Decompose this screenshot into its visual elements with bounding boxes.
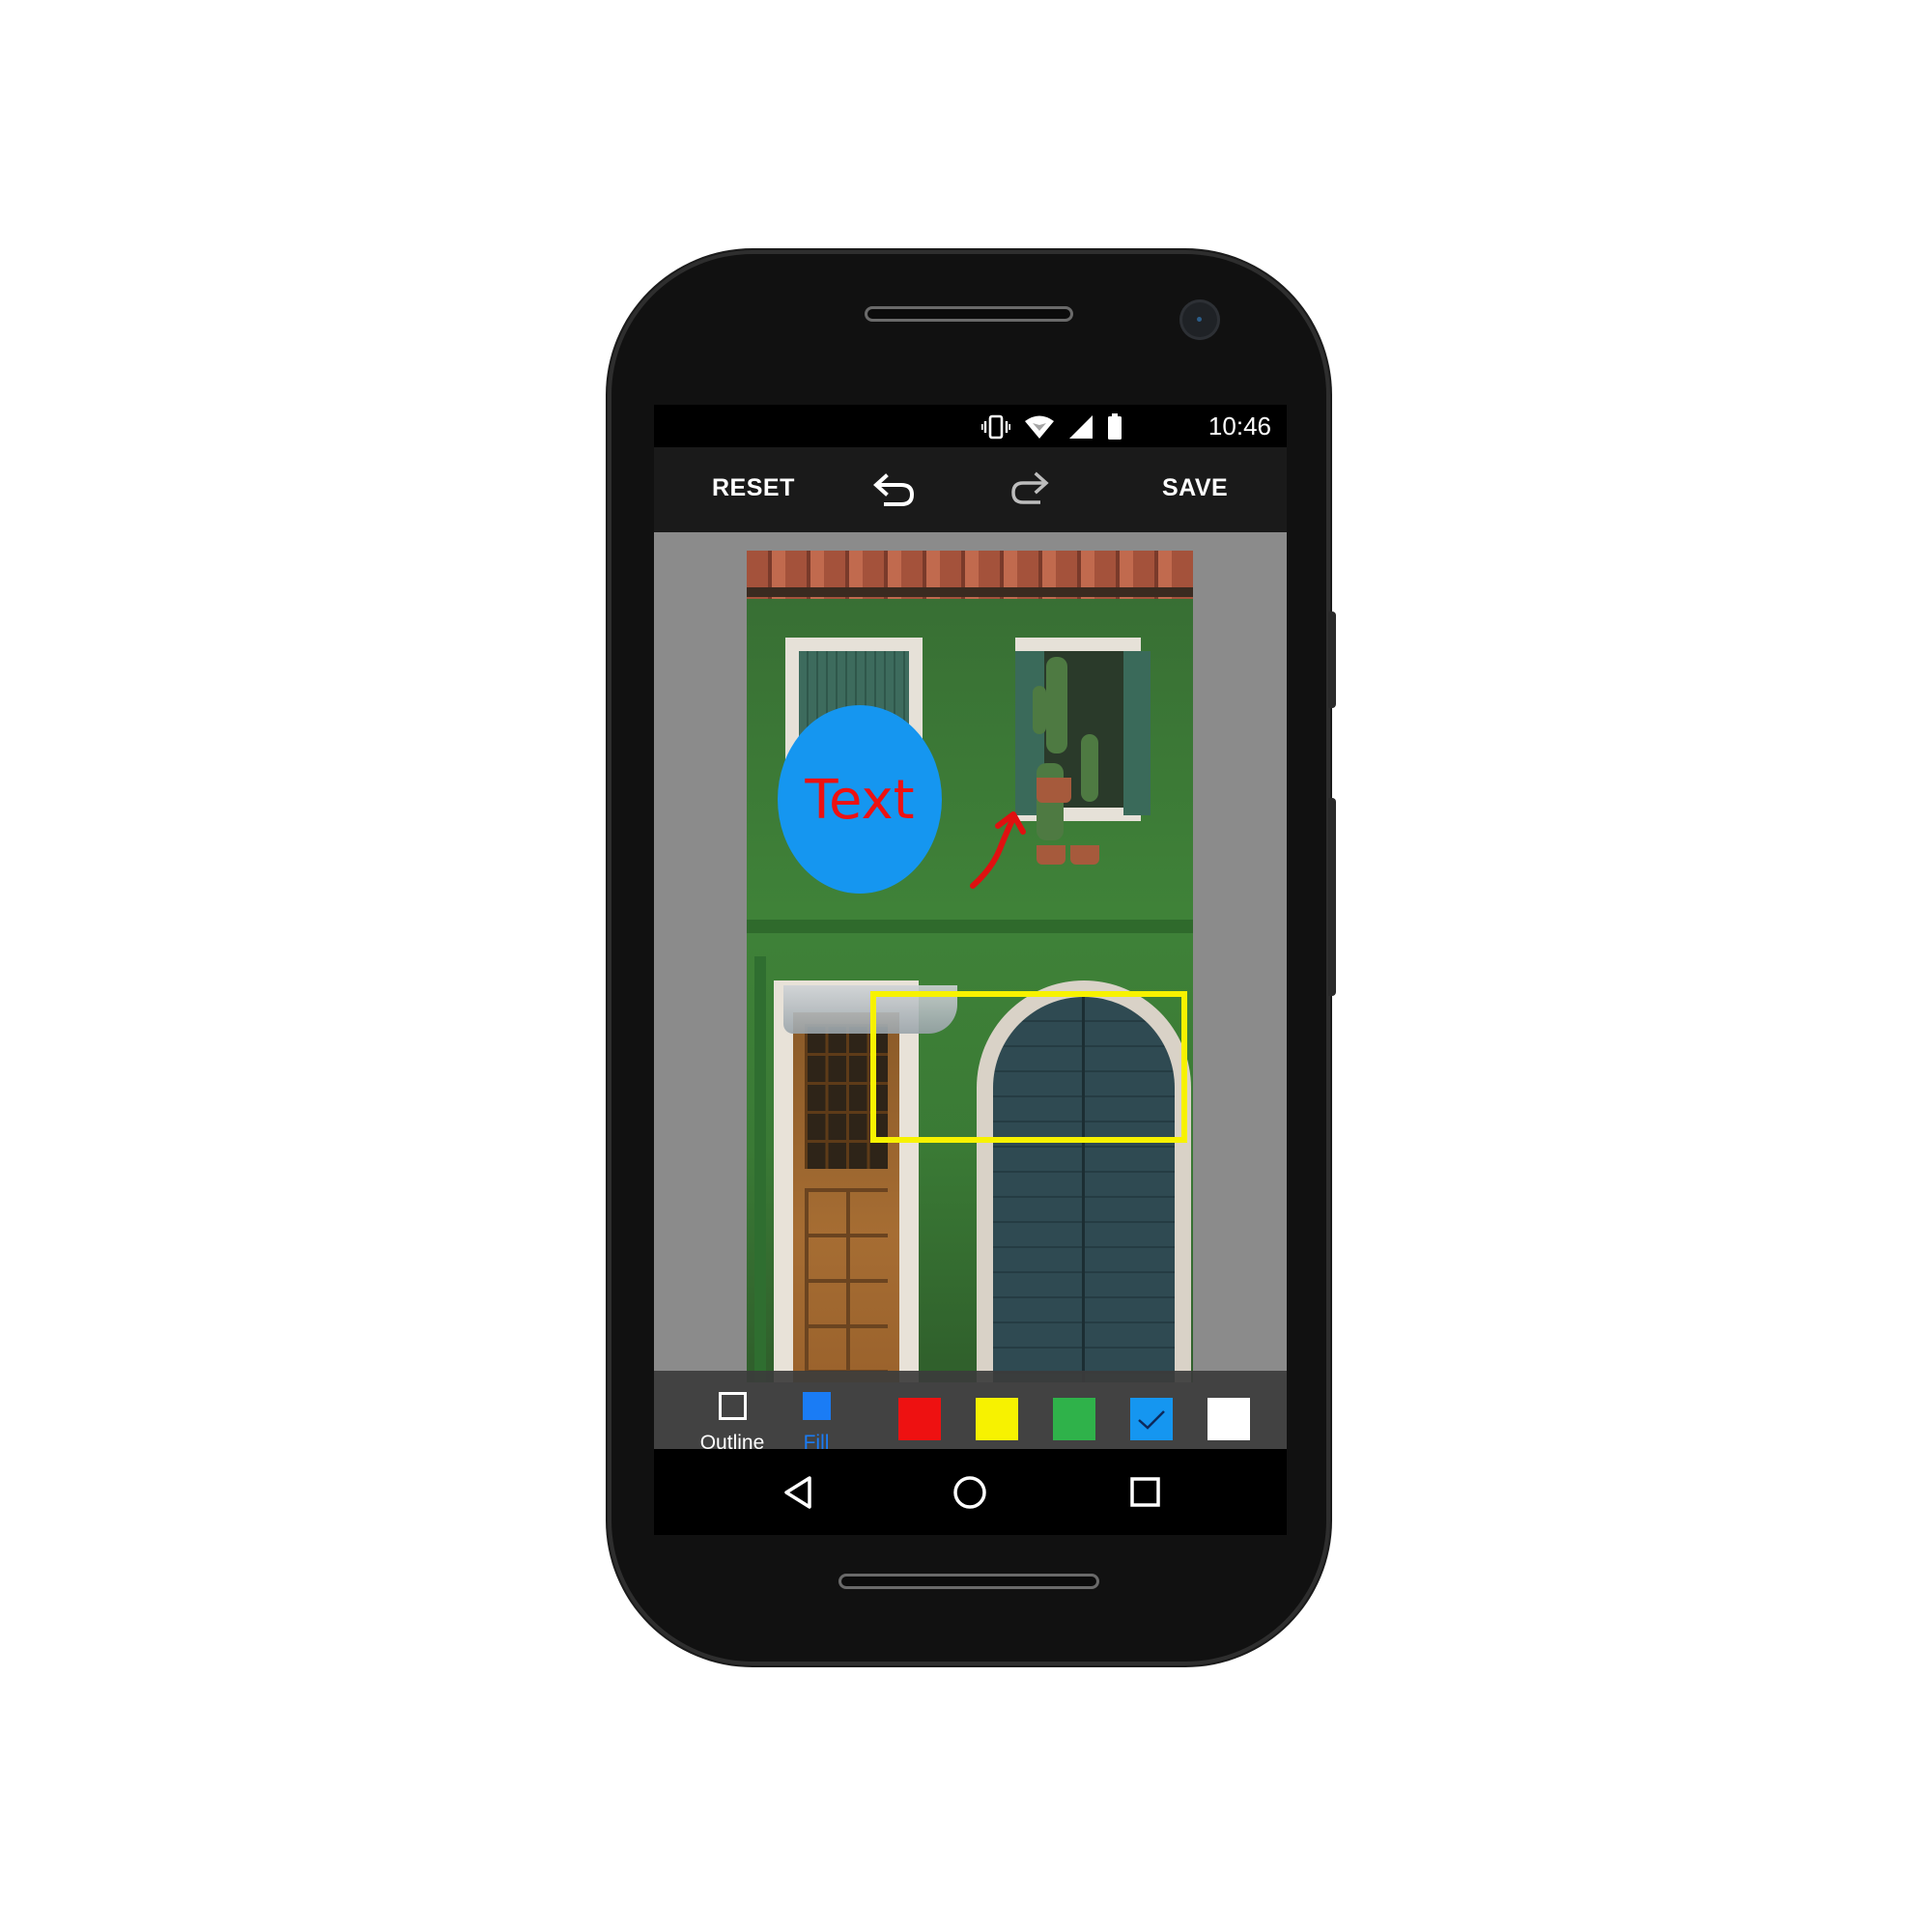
photo-pipe bbox=[747, 920, 1193, 933]
color-swatch-white[interactable] bbox=[1208, 1398, 1250, 1440]
rectangle-annotation[interactable] bbox=[870, 991, 1187, 1143]
photo-door-panels bbox=[805, 1188, 888, 1372]
power-button bbox=[1328, 798, 1336, 996]
outline-icon bbox=[718, 1392, 747, 1420]
color-swatch-yellow[interactable] bbox=[976, 1398, 1018, 1440]
fill-mode-button[interactable]: Fill bbox=[778, 1392, 855, 1455]
top-toolbar: RESET SAVE bbox=[654, 447, 1287, 532]
photo-cactus bbox=[1046, 657, 1067, 753]
signal-icon bbox=[1069, 415, 1093, 439]
photo-cactus bbox=[1033, 686, 1046, 734]
arrow-annotation[interactable] bbox=[959, 785, 1046, 892]
back-icon[interactable] bbox=[779, 1472, 817, 1513]
navigation-bar bbox=[654, 1449, 1287, 1535]
editing-canvas[interactable]: Text bbox=[654, 532, 1287, 1382]
vibrate-icon bbox=[981, 414, 1010, 440]
photo-downpipe bbox=[754, 956, 766, 1382]
reset-button[interactable]: RESET bbox=[712, 474, 795, 502]
status-time: 10:46 bbox=[1208, 412, 1271, 440]
outline-mode-button[interactable]: Outline bbox=[694, 1392, 771, 1455]
color-swatch-red[interactable] bbox=[898, 1398, 941, 1440]
photo-pot bbox=[1070, 845, 1099, 865]
battery-icon bbox=[1108, 413, 1122, 440]
status-icons bbox=[981, 413, 1122, 440]
ellipse-annotation[interactable]: Text bbox=[778, 705, 942, 894]
color-swatch-blue[interactable] bbox=[1130, 1398, 1173, 1440]
screen: 10:46 RESET SAVE Text Outline Fill bbox=[654, 405, 1287, 1535]
recents-icon[interactable] bbox=[1127, 1474, 1164, 1511]
photo-image bbox=[747, 551, 1193, 1382]
home-icon[interactable] bbox=[950, 1472, 990, 1513]
photo-cactus bbox=[1081, 734, 1098, 802]
save-button[interactable]: SAVE bbox=[1162, 474, 1228, 502]
undo-icon[interactable] bbox=[872, 469, 917, 509]
fill-icon bbox=[802, 1392, 831, 1420]
wifi-icon bbox=[1025, 415, 1054, 439]
status-bar: 10:46 bbox=[654, 405, 1287, 447]
photo-roof-edge bbox=[747, 587, 1193, 597]
redo-icon[interactable] bbox=[1009, 469, 1052, 509]
checkmark-icon bbox=[1138, 1410, 1165, 1430]
text-annotation[interactable]: Text bbox=[805, 769, 914, 832]
front-camera bbox=[1179, 299, 1220, 340]
color-swatch-green[interactable] bbox=[1053, 1398, 1095, 1440]
bottom-speaker bbox=[838, 1574, 1099, 1589]
earpiece-speaker bbox=[865, 306, 1073, 322]
volume-button bbox=[1328, 611, 1336, 708]
